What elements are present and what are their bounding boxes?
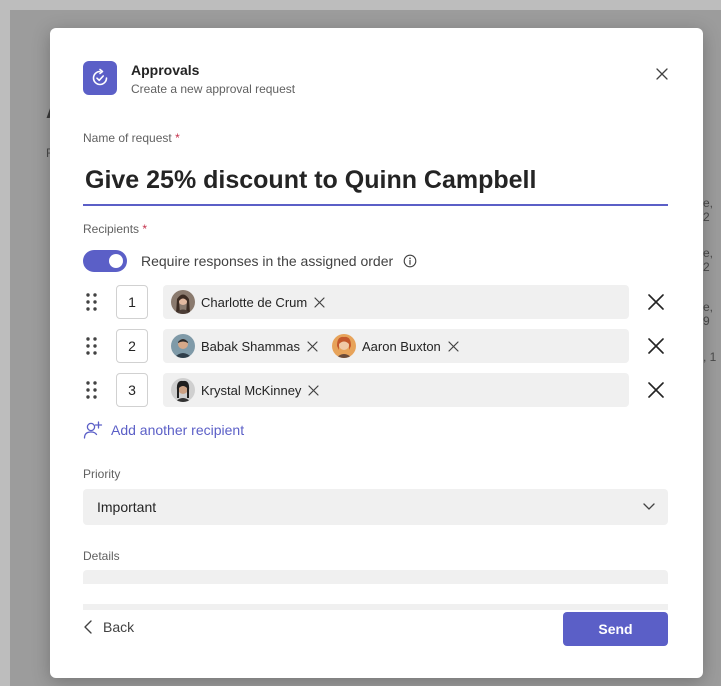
- back-label: Back: [103, 619, 135, 635]
- avatar: [332, 334, 356, 358]
- remove-row-button[interactable]: [645, 335, 667, 357]
- close-icon: [648, 294, 664, 310]
- footer-divider: [50, 584, 703, 604]
- add-person-icon: [83, 421, 103, 439]
- back-button[interactable]: Back: [83, 619, 134, 635]
- background-text: , 1: [703, 350, 717, 364]
- remove-row-button[interactable]: [645, 291, 667, 313]
- add-recipient-link[interactable]: Add another recipient: [83, 421, 244, 439]
- order-number-field[interactable]: 1: [116, 285, 148, 319]
- add-recipient-label: Add another recipient: [111, 422, 245, 438]
- recipients-label: Recipients *: [83, 222, 147, 236]
- assigned-order-label: Require responses in the assigned order: [141, 253, 394, 269]
- approvals-app-icon: [83, 61, 117, 95]
- people-picker[interactable]: Charlotte de Crum: [163, 285, 629, 319]
- chevron-left-icon: [84, 620, 92, 634]
- avatar: [171, 378, 195, 402]
- avatar: [171, 334, 195, 358]
- background-text: e, 2: [703, 196, 714, 224]
- required-mark: *: [175, 131, 180, 145]
- dialog-header: Approvals Create a new approval request: [83, 61, 673, 101]
- person-chip: Aaron Buxton: [332, 334, 459, 358]
- toggle-knob: [109, 254, 123, 268]
- info-icon[interactable]: [403, 254, 417, 268]
- required-mark: *: [142, 222, 148, 236]
- recipient-row-3: 3 Krystal McKinney: [83, 373, 683, 409]
- name-label: Name of request *: [83, 131, 180, 145]
- drag-handle-icon[interactable]: [83, 291, 101, 313]
- app-subtitle: Create a new approval request: [131, 82, 296, 96]
- avatar: [171, 290, 195, 314]
- close-icon: [648, 338, 664, 354]
- person-chip: Krystal McKinney: [171, 378, 320, 402]
- background-text: e, 9: [703, 300, 714, 328]
- remove-person-icon[interactable]: [307, 340, 318, 352]
- close-icon: [648, 382, 664, 398]
- priority-value: Important: [97, 499, 157, 515]
- person-name: Charlotte de Crum: [201, 294, 308, 310]
- send-button[interactable]: Send: [563, 612, 668, 646]
- recipient-row-1: 1 Charlotte de Crum: [83, 285, 683, 321]
- person-name: Aaron Buxton: [362, 338, 441, 354]
- person-name: Krystal McKinney: [201, 382, 302, 398]
- remove-person-icon[interactable]: [448, 340, 459, 352]
- assigned-order-toggle[interactable]: [83, 250, 127, 272]
- details-label: Details: [83, 549, 120, 563]
- background-text: e, 2: [703, 246, 714, 274]
- chevron-down-icon: [643, 503, 655, 510]
- app-title: Approvals: [131, 62, 200, 78]
- remove-row-button[interactable]: [645, 379, 667, 401]
- person-chip: Charlotte de Crum: [171, 290, 325, 314]
- person-chip: Babak Shammas: [171, 334, 318, 358]
- people-picker[interactable]: Babak Shammas Aaron Buxton: [163, 329, 629, 363]
- name-label-text: Name of request: [83, 131, 172, 145]
- remove-person-icon[interactable]: [314, 296, 325, 308]
- assigned-order-row: Require responses in the assigned order: [83, 249, 417, 273]
- order-number-field[interactable]: 2: [116, 329, 148, 363]
- remove-person-icon[interactable]: [308, 384, 320, 396]
- priority-dropdown[interactable]: Important: [83, 489, 668, 525]
- recipient-row-2: 2 Babak Shammas Aaron Buxton: [83, 329, 683, 365]
- order-number-field[interactable]: 3: [116, 373, 148, 407]
- request-name-input[interactable]: [83, 156, 668, 206]
- priority-label: Priority: [83, 467, 121, 481]
- close-button[interactable]: [651, 63, 673, 85]
- person-name: Babak Shammas: [201, 338, 300, 354]
- people-picker[interactable]: Krystal McKinney: [163, 373, 629, 407]
- close-icon: [656, 68, 668, 80]
- recipients-label-text: Recipients: [83, 222, 140, 236]
- drag-handle-icon[interactable]: [83, 379, 101, 401]
- drag-handle-icon[interactable]: [83, 335, 101, 357]
- approval-dialog: Approvals Create a new approval request …: [50, 28, 703, 678]
